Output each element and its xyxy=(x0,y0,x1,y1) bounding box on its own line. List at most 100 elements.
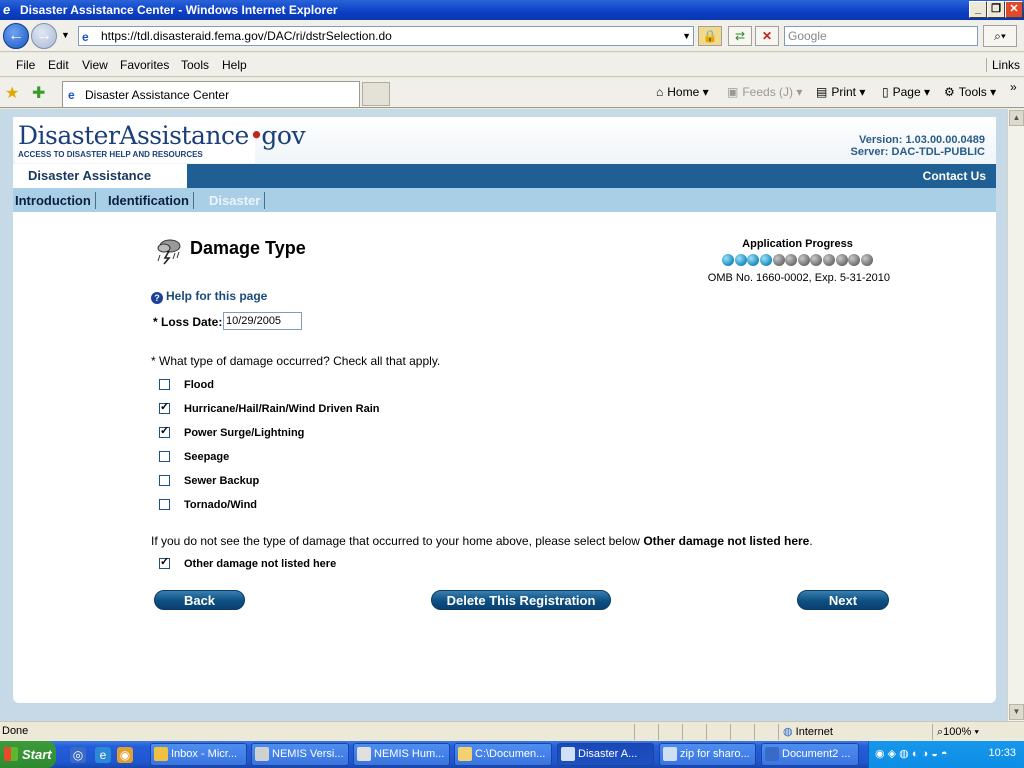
tab-identification[interactable]: Identification xyxy=(106,192,194,209)
links-toolbar[interactable]: Links xyxy=(985,58,1020,72)
start-button[interactable]: Start xyxy=(0,741,56,768)
help-link[interactable]: ? Help for this page xyxy=(151,289,267,304)
menu-file[interactable]: File xyxy=(16,58,35,72)
url-dropdown-icon[interactable]: ▼ xyxy=(682,27,691,45)
search-input[interactable]: Google xyxy=(784,26,978,46)
menu-edit[interactable]: Edit xyxy=(48,58,69,72)
site-logo[interactable]: DisasterAssistance•gov ACCESS TO DISASTE… xyxy=(15,119,306,163)
option-hurricane[interactable]: Hurricane/Hail/Rain/Wind Driven Rain xyxy=(159,400,380,416)
progress-dot xyxy=(860,254,873,266)
home-button[interactable]: ⌂ Home ▾ xyxy=(656,85,709,99)
scroll-down-icon[interactable]: ▼ xyxy=(1009,704,1024,720)
checkbox[interactable] xyxy=(159,475,170,486)
favorites-star-icon[interactable]: ★ xyxy=(5,83,19,103)
taskbar-item-nemis-hum[interactable]: NEMIS Hum... xyxy=(353,743,450,766)
application-progress: Application Progress xyxy=(705,238,890,268)
status-cell xyxy=(658,724,682,740)
taskbar-item-documents[interactable]: C:\Documen... xyxy=(454,743,552,766)
url-input[interactable]: e https://tdl.disasteraid.fema.gov/DAC/r… xyxy=(78,26,694,46)
tab-introduction[interactable]: Introduction xyxy=(13,192,96,209)
print-button[interactable]: ▤ Print ▾ xyxy=(816,85,865,99)
taskbar-item-nemis-version[interactable]: NEMIS Versi... xyxy=(251,743,349,766)
option-sewer-backup[interactable]: Sewer Backup xyxy=(159,474,259,488)
next-button[interactable]: Next xyxy=(797,590,889,610)
progress-label: Application Progress xyxy=(742,238,853,250)
clock: 10:33 xyxy=(988,747,1016,759)
zone-label: Internet xyxy=(795,726,833,738)
taskbar-item-disaster[interactable]: Disaster A... xyxy=(557,743,654,766)
checkbox[interactable] xyxy=(159,451,170,462)
minimize-button[interactable]: _ xyxy=(969,1,987,18)
option-flood[interactable]: Flood xyxy=(159,378,214,392)
task-label: Disaster A... xyxy=(578,748,638,760)
back-button[interactable]: Back xyxy=(154,590,245,610)
show-desktop-icon[interactable]: ◎ xyxy=(70,747,86,763)
chevron-more-icon[interactable]: » xyxy=(1010,80,1017,94)
windows-logo-icon xyxy=(4,747,18,761)
site-tabs: Introduction Identification Disaster xyxy=(13,188,996,212)
version-text: Version: 1.03.00.00.0489 xyxy=(859,134,985,146)
search-button[interactable]: ⌕▾ xyxy=(983,25,1017,47)
security-zone[interactable]: ◍ Internet xyxy=(778,724,928,740)
tray-icon[interactable]: ◉ ◈ ◍ ◐ ◑ ◒ ◓ xyxy=(875,747,948,760)
windows-taskbar: Start ◎ e ◉ Inbox - Micr... NEMIS Versi.… xyxy=(0,741,1024,768)
back-nav-button[interactable]: ← xyxy=(3,23,29,49)
checkbox[interactable] xyxy=(159,400,170,414)
checkbox[interactable] xyxy=(159,499,170,510)
omb-number: OMB No. 1660-0002, Exp. 5-31-2010 xyxy=(707,272,890,284)
folder-icon xyxy=(458,747,472,761)
close-window-button[interactable]: ✕ xyxy=(1005,1,1023,18)
loss-date-input[interactable] xyxy=(223,312,302,330)
globe-icon: ◍ xyxy=(783,726,793,738)
checkbox[interactable] xyxy=(159,379,170,390)
checkbox[interactable] xyxy=(159,555,170,569)
history-dropdown-icon[interactable]: ▼ xyxy=(61,30,70,40)
progress-dot xyxy=(810,254,823,266)
task-label: NEMIS Versi... xyxy=(272,748,344,760)
progress-dots xyxy=(705,254,890,268)
refresh-icon[interactable]: ⇄ xyxy=(728,26,752,46)
taskbar-item-inbox[interactable]: Inbox - Micr... xyxy=(150,743,247,766)
new-tab-button[interactable] xyxy=(362,82,390,106)
tools-button[interactable]: ⚙ Tools ▾ xyxy=(944,85,996,99)
task-label: C:\Documen... xyxy=(475,748,546,760)
add-favorite-icon[interactable]: ✚ xyxy=(32,83,45,103)
option-other-damage[interactable]: Other damage not listed here xyxy=(159,555,336,571)
menu-tools[interactable]: Tools xyxy=(181,58,209,72)
menu-view[interactable]: View xyxy=(82,58,108,72)
status-cell xyxy=(706,724,730,740)
page-icon: e xyxy=(68,88,75,102)
option-power-surge[interactable]: Power Surge/Lightning xyxy=(159,424,304,440)
maximize-button[interactable]: ❐ xyxy=(987,1,1005,18)
stop-icon[interactable]: ✕ xyxy=(755,26,779,46)
scroll-up-icon[interactable]: ▲ xyxy=(1009,110,1024,126)
ie-icon xyxy=(663,747,677,761)
tab-disaster[interactable]: Disaster xyxy=(207,192,266,209)
zoom-control[interactable]: ⌕100% ▾ xyxy=(932,724,1006,740)
taskbar-item-zip[interactable]: zip for sharo... xyxy=(659,743,756,766)
task-label: Inbox - Micr... xyxy=(171,748,238,760)
tab-disaster-assistance-center[interactable]: e Disaster Assistance Center xyxy=(62,81,360,107)
menu-favorites[interactable]: Favorites xyxy=(120,58,169,72)
menu-help[interactable]: Help xyxy=(222,58,247,72)
lock-icon[interactable]: 🔒 xyxy=(698,26,722,46)
forward-arrow-icon: → xyxy=(36,27,52,44)
taskbar-item-document2[interactable]: Document2 ... xyxy=(761,743,859,766)
option-label: Tornado/Wind xyxy=(184,499,258,511)
status-text: Done xyxy=(2,725,29,737)
home-icon: ⌂ xyxy=(656,85,664,99)
vertical-scrollbar[interactable]: ▲ ▼ xyxy=(1007,109,1024,721)
forward-nav-button[interactable]: → xyxy=(31,23,57,49)
feeds-button[interactable]: ▣ Feeds (J) ▾ xyxy=(727,85,802,99)
outlook-quicklaunch-icon[interactable]: ◉ xyxy=(117,747,133,763)
status-bar: Done ◍ Internet ⌕100% ▾ xyxy=(0,721,1024,741)
progress-dot xyxy=(785,254,798,266)
home-label: Home xyxy=(667,85,700,99)
page-button[interactable]: ▯ Page ▾ xyxy=(882,85,930,99)
delete-registration-button[interactable]: Delete This Registration xyxy=(431,590,611,610)
option-tornado-wind[interactable]: Tornado/Wind xyxy=(159,498,257,512)
option-seepage[interactable]: Seepage xyxy=(159,450,229,464)
contact-us-link[interactable]: Contact Us xyxy=(923,169,986,183)
checkbox[interactable] xyxy=(159,424,170,438)
ie-quicklaunch-icon[interactable]: e xyxy=(95,747,111,763)
